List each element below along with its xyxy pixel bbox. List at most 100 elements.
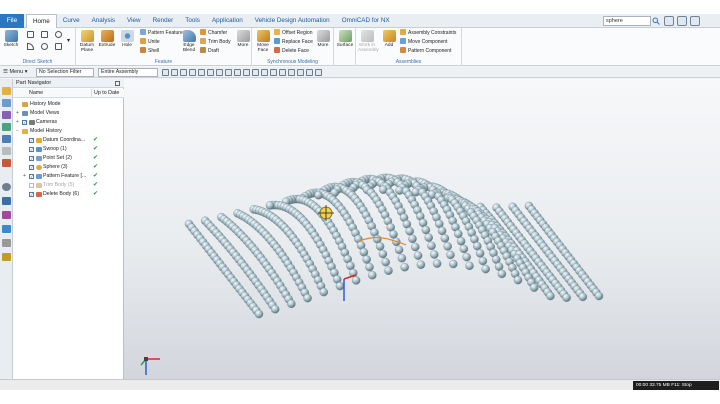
tree-row-pattern-feature[interactable]: + ✓ Pattern Feature [... ✔ [13, 172, 124, 181]
sphere-body[interactable] [478, 256, 488, 266]
rectangle-icon[interactable] [41, 31, 48, 38]
tree-row-delete-body[interactable]: ✓ Delete Body (6) ✔ [13, 190, 124, 199]
snap-quadrant-icon[interactable] [225, 69, 232, 76]
more-sketch-icon[interactable]: ▾ [67, 37, 74, 44]
snap-grid-icon[interactable] [315, 69, 322, 76]
sphere-body[interactable] [362, 255, 371, 264]
sphere-body[interactable] [494, 262, 504, 271]
trim-body-button[interactable]: Trim Body [200, 38, 231, 46]
sphere-body[interactable] [562, 293, 571, 302]
extrude-button[interactable]: Extrude [98, 30, 116, 48]
sphere-body[interactable] [459, 244, 469, 254]
sphere-body[interactable] [481, 264, 490, 274]
sphere-body[interactable] [437, 226, 447, 236]
sphere-body[interactable] [416, 260, 426, 269]
sphere-body[interactable] [456, 236, 466, 246]
sphere-body[interactable] [346, 261, 355, 271]
restore-icon[interactable] [677, 16, 687, 26]
snap-pole-icon[interactable] [297, 69, 304, 76]
sphere-body[interactable] [462, 252, 471, 262]
sphere-body[interactable] [287, 299, 296, 309]
circle-center-icon[interactable] [41, 43, 48, 50]
chamfer-button[interactable]: Chamfer [200, 29, 227, 37]
sphere-body[interactable] [475, 249, 485, 258]
checkbox-icon[interactable]: ✓ [29, 156, 34, 161]
assembly-constraints-button[interactable]: Assembly Constraints [400, 29, 456, 37]
sphere-body[interactable] [270, 304, 280, 314]
tree-row-model-views[interactable]: + Model Views [13, 109, 124, 118]
hole-button[interactable]: Hole [118, 30, 136, 48]
select-face-icon[interactable] [180, 69, 187, 76]
close-icon[interactable] [690, 16, 700, 26]
move-face-button[interactable]: Move Face [254, 30, 272, 53]
expand-icon[interactable]: + [16, 118, 19, 127]
sphere-body[interactable] [497, 269, 507, 279]
sync-more-button[interactable]: More [314, 30, 332, 48]
feature-more-button[interactable]: More [234, 30, 252, 48]
tab-analysis[interactable]: Analysis [86, 14, 121, 28]
status-column-header[interactable]: Up to Date [91, 89, 119, 98]
tree-row-cameras[interactable]: + ✓ Cameras [13, 118, 124, 127]
select-body-icon[interactable] [189, 69, 196, 76]
sphere-body[interactable] [465, 261, 474, 271]
sphere-body[interactable] [389, 230, 398, 239]
tree-row-point-set[interactable]: ✓ Point Set (2) ✔ [13, 154, 124, 163]
constraint-navigator-tab-icon[interactable] [2, 111, 11, 119]
navigator-pin-icon[interactable] [115, 81, 120, 86]
reuse-library-tab-icon[interactable] [2, 123, 11, 131]
k-icon[interactable] [2, 225, 11, 233]
tab-vehicle-design-automation[interactable]: Vehicle Design Automation [249, 14, 336, 28]
tab-curve[interactable]: Curve [57, 14, 86, 28]
tab-tools[interactable]: Tools [179, 14, 206, 28]
snap-tangent-icon[interactable] [261, 69, 268, 76]
settings-icon[interactable] [2, 239, 11, 247]
sphere-body[interactable] [368, 270, 377, 280]
offset-region-button[interactable]: Offset Region [274, 29, 312, 37]
expand-icon[interactable]: + [16, 109, 19, 118]
expand-icon[interactable]: + [23, 172, 26, 181]
tab-application[interactable]: Application [206, 14, 249, 28]
edge-blend-button[interactable]: Edge Blend [180, 30, 198, 53]
sphere-body[interactable] [314, 190, 323, 200]
tab-render[interactable]: Render [147, 14, 180, 28]
snapshot-icon[interactable] [2, 253, 11, 261]
sphere-body[interactable] [303, 293, 312, 303]
clock-icon[interactable] [2, 183, 11, 191]
sphere-body[interactable] [405, 226, 414, 236]
datum-plane-button[interactable]: Datum Plane [78, 30, 96, 53]
arc-icon[interactable] [27, 43, 34, 50]
sphere-body[interactable] [408, 234, 417, 244]
tree-row-swoop[interactable]: ✓ Swoop (1) ✔ [13, 145, 124, 154]
checkbox-icon[interactable]: ✓ [22, 120, 27, 125]
checkbox-icon[interactable]: ✓ [29, 165, 34, 170]
tree-row-history-mode[interactable]: History Mode [13, 100, 124, 109]
unite-button[interactable]: Unite [140, 38, 160, 46]
select-vertex-icon[interactable] [162, 69, 169, 76]
command-search-input[interactable]: sphere [603, 16, 651, 26]
delete-face-button[interactable]: Delete Face [274, 47, 309, 55]
pattern-component-button[interactable]: Pattern Component [400, 47, 451, 55]
snap-midpoint-icon[interactable] [207, 69, 214, 76]
sphere-body[interactable] [454, 229, 463, 239]
part-navigator-tab-icon[interactable] [2, 87, 11, 95]
sphere-body[interactable] [378, 249, 388, 259]
surface-button[interactable]: Surface [336, 30, 354, 48]
sphere-body[interactable] [375, 242, 385, 251]
tree-row-datum-coordinate[interactable]: ✓ Datum Coordina... ✔ [13, 136, 124, 145]
history-tab-icon[interactable] [2, 159, 11, 167]
sphere-body[interactable] [430, 250, 439, 259]
sphere-body[interactable] [400, 262, 409, 272]
checkbox-icon[interactable]: ✓ [29, 174, 34, 179]
tab-home[interactable]: Home [26, 14, 57, 28]
sphere-body[interactable] [254, 309, 264, 319]
sphere-body[interactable] [513, 275, 523, 285]
roles-tab-icon[interactable] [2, 197, 11, 205]
snap-point-icon[interactable] [234, 69, 241, 76]
snap-on-curve-icon[interactable] [279, 69, 286, 76]
replace-face-button[interactable]: Replace Face [274, 38, 313, 46]
add-component-button[interactable]: Add [380, 30, 398, 48]
select-edge-icon[interactable] [171, 69, 178, 76]
sphere-body[interactable] [473, 241, 482, 251]
snap-arc-center-icon[interactable] [252, 69, 259, 76]
sphere-body[interactable] [319, 287, 329, 297]
